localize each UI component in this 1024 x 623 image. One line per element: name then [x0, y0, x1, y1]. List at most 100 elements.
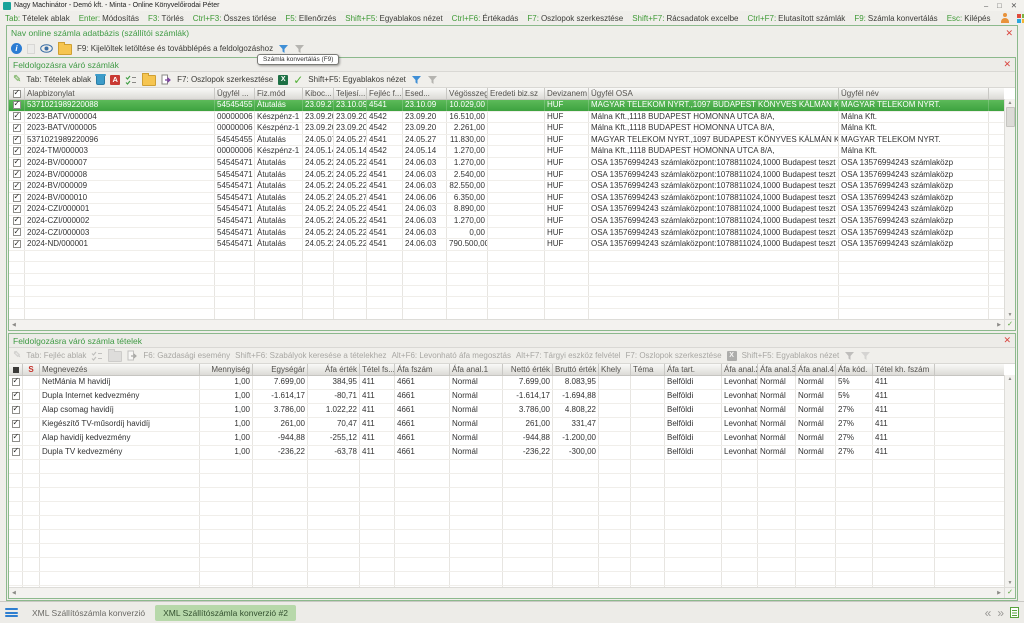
menu-item[interactable]: Ctrl+F6:Értékadás	[452, 14, 519, 23]
invoices-horizontal-scrollbar[interactable]: ◀ ▶	[9, 319, 1004, 330]
row-checkbox[interactable]	[13, 194, 21, 202]
form-list-icon[interactable]	[1010, 607, 1019, 618]
row-checkbox[interactable]	[13, 182, 21, 190]
grid-corner-check-icon[interactable]: ✓	[1004, 587, 1015, 598]
folder-icon[interactable]	[58, 44, 72, 55]
info-circle-icon[interactable]: i	[11, 43, 22, 54]
items-close-icon[interactable]: ✕	[1003, 336, 1011, 345]
select-all-checkbox[interactable]	[13, 90, 21, 98]
column-header[interactable]: Kiboc...	[303, 88, 334, 99]
scroll-down-icon[interactable]: ▼	[1008, 580, 1013, 586]
row-checkbox[interactable]	[13, 170, 21, 178]
nav-close-icon[interactable]: ✕	[1005, 29, 1013, 38]
column-header[interactable]: Tétel kh. fszám	[873, 364, 935, 375]
table-row[interactable]: Dupla Internet kedvezmény1,00-1.614,17-8…	[9, 390, 1004, 404]
tab-xml-konverzio[interactable]: XML Szállítószámla konverzió	[24, 605, 153, 621]
row-checkbox[interactable]	[12, 406, 20, 414]
column-header[interactable]: Eredeti biz.sz	[488, 88, 545, 99]
column-header[interactable]: Áfa anal.3	[758, 364, 796, 375]
table-row[interactable]: 2024-TM/00000300000006Készpénz-124.05.14…	[9, 146, 1004, 158]
scroll-left-icon[interactable]: ◀	[12, 322, 16, 328]
row-checkbox[interactable]	[13, 112, 21, 120]
column-header[interactable]: Egységár	[253, 364, 308, 375]
menu-item[interactable]: Ctrl+F7:Elutasított számlák	[748, 14, 846, 23]
eye-icon[interactable]	[40, 44, 53, 53]
scroll-up-icon[interactable]: ▲	[1008, 376, 1013, 382]
table-row[interactable]: 2024-ND/00000154545471Átutalás24.05.2224…	[9, 239, 1004, 251]
single-window-view-button[interactable]: Shift+F5: Egyablakos nézet	[308, 75, 406, 84]
column-header[interactable]: Fiz.mód	[255, 88, 303, 99]
table-row[interactable]: 2023-BATV/00000400000006Készpénz-123.09.…	[9, 112, 1004, 124]
column-header[interactable]: Tétel fs...	[360, 364, 395, 375]
scroll-right-icon[interactable]: ▶	[997, 590, 1001, 596]
items-vertical-scrollbar[interactable]: ▲ ▼	[1004, 375, 1015, 587]
scroll-left-icon[interactable]: ◀	[12, 590, 16, 596]
excel-icon[interactable]: X	[278, 75, 288, 85]
table-row[interactable]: NetMánia M havidíj1,007.699,00384,954114…	[9, 376, 1004, 390]
column-header[interactable]: Megnevezés	[40, 364, 200, 375]
user-icon[interactable]	[1000, 13, 1010, 23]
column-header[interactable]: Esed...	[403, 88, 447, 99]
table-row[interactable]: 537102198922008854545455Átutalás23.09.27…	[9, 100, 1004, 112]
table-row[interactable]: 2024-BV/00000754545471Átutalás24.05.2224…	[9, 158, 1004, 170]
column-header[interactable]: Áfa érték	[308, 364, 360, 375]
edit-columns-button[interactable]: F7: Oszlopok szerkesztése	[177, 75, 273, 84]
checklist-icon[interactable]	[125, 75, 137, 85]
table-row[interactable]: Dupla TV kedvezmény1,00-236,22-63,784114…	[9, 446, 1004, 460]
menu-item[interactable]: F7:Oszlopok szerkesztése	[527, 14, 623, 23]
table-row[interactable]: 2023-BATV/00000500000006Készpénz-123.09.…	[9, 123, 1004, 135]
edit-pencil-icon[interactable]: ✎	[13, 75, 21, 85]
row-checkbox[interactable]	[13, 136, 21, 144]
column-header[interactable]: Végösszeg	[447, 88, 488, 99]
minimize-button[interactable]: –	[984, 1, 988, 10]
table-row[interactable]: 537102198922009654545455Átutalás24.05.07…	[9, 135, 1004, 147]
hamburger-menu-icon[interactable]	[5, 608, 18, 617]
menu-item[interactable]: Tab:Tételek ablak	[5, 14, 70, 23]
table-row[interactable]: 2024-CZI/00000154545471Átutalás24.05.222…	[9, 204, 1004, 216]
row-checkbox[interactable]	[12, 392, 20, 400]
column-header[interactable]	[9, 88, 25, 99]
column-header[interactable]: Áfa tart.	[665, 364, 722, 375]
scroll-right-icon[interactable]: ▶	[997, 322, 1001, 328]
menu-item[interactable]: F3:Törlés	[148, 14, 184, 23]
tab-items-window-button[interactable]: Tab: Tételek ablak	[26, 75, 91, 84]
table-row[interactable]: Alap csomag havidíj1,003.786,001.022,224…	[9, 404, 1004, 418]
column-header[interactable]: Teljesí...	[334, 88, 367, 99]
column-header[interactable]: Mennyiség	[200, 364, 253, 375]
row-checkbox[interactable]	[13, 240, 21, 248]
prev-tab-icon[interactable]: «	[985, 607, 992, 619]
scroll-down-icon[interactable]: ▼	[1008, 312, 1013, 318]
close-button[interactable]: ✕	[1011, 1, 1017, 10]
row-checkbox[interactable]	[13, 205, 21, 213]
row-checkbox[interactable]	[12, 434, 20, 442]
filter-icon[interactable]	[278, 44, 289, 54]
folder-icon[interactable]	[142, 75, 156, 86]
table-row[interactable]: 2024-BV/00000954545471Átutalás24.05.2224…	[9, 181, 1004, 193]
table-row[interactable]: 2024-BV/00001054545471Átutalás24.05.2724…	[9, 193, 1004, 205]
column-header[interactable]	[9, 364, 23, 375]
menu-item[interactable]: F5:Ellenőrzés	[285, 14, 336, 23]
column-header[interactable]: Ügyfél ...	[215, 88, 255, 99]
column-header[interactable]: Fejléc f...	[367, 88, 403, 99]
column-header[interactable]: Ügyfél OSA	[589, 88, 839, 99]
column-header[interactable]: Áfa fszám	[395, 364, 450, 375]
column-header[interactable]: Devizanem	[545, 88, 589, 99]
column-header[interactable]: Khely	[599, 364, 631, 375]
table-row[interactable]: 2024-CZI/00000354545471Átutalás24.05.222…	[9, 228, 1004, 240]
column-header[interactable]: Áfa kód.	[836, 364, 873, 375]
menu-item[interactable]: Enter:Módosítás	[79, 14, 139, 23]
column-header[interactable]: Áfa anal.2	[722, 364, 758, 375]
scroll-thumb[interactable]	[1006, 107, 1015, 127]
column-header[interactable]: Bruttó érték	[553, 364, 599, 375]
column-header[interactable]: Nettó érték	[503, 364, 553, 375]
table-row[interactable]: 2024-CZI/00000254545471Átutalás24.05.222…	[9, 216, 1004, 228]
column-header[interactable]: Téma	[631, 364, 665, 375]
menu-item[interactable]: Esc:Kilépés	[947, 14, 991, 23]
column-header[interactable]: Áfa anal.4	[796, 364, 836, 375]
row-checkbox[interactable]	[12, 378, 20, 386]
menu-item[interactable]: Shift+F5:Egyablakos nézet	[345, 14, 442, 23]
menu-item[interactable]: F9:Számla konvertálás	[854, 14, 937, 23]
convert-invoice-icon[interactable]: ✓	[293, 74, 303, 86]
column-header[interactable]: Ügyfél név	[839, 88, 989, 99]
items-horizontal-scrollbar[interactable]: ◀ ▶	[9, 587, 1004, 598]
